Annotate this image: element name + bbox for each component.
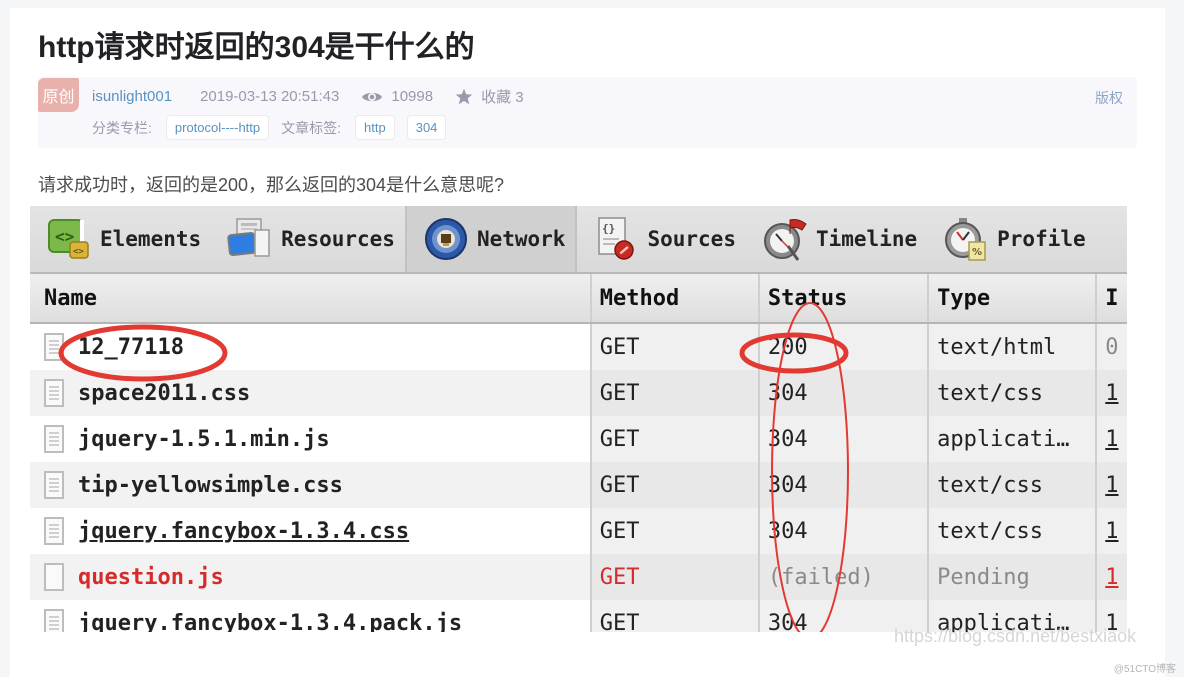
- request-initiator[interactable]: 1: [1097, 416, 1127, 462]
- request-status: (failed): [759, 554, 930, 600]
- column-header-initiator[interactable]: I: [1097, 274, 1127, 322]
- tab-timeline[interactable]: Timeline: [746, 206, 927, 272]
- request-type: text/css: [929, 462, 1098, 508]
- request-initiator[interactable]: 1: [1097, 462, 1127, 508]
- file-icon: [44, 425, 64, 453]
- network-icon: [424, 218, 467, 260]
- table-row[interactable]: tip-yellowsimple.css GET 304 text/css 1: [30, 462, 1127, 508]
- table-row[interactable]: jquery-1.5.1.min.js GET 304 applicati… 1: [30, 416, 1127, 462]
- table-row[interactable]: jquery.fancybox-1.3.4.css GET 304 text/c…: [30, 508, 1127, 554]
- request-method: GET: [591, 600, 760, 632]
- file-icon: [44, 379, 64, 407]
- request-name[interactable]: question.js: [78, 565, 224, 590]
- request-method: GET: [591, 324, 760, 370]
- column-header-status[interactable]: Status: [760, 274, 930, 322]
- request-type: text/css: [929, 370, 1098, 416]
- request-method: GET: [591, 416, 760, 462]
- request-status: 304: [759, 462, 930, 508]
- request-type: Pending: [929, 554, 1098, 600]
- favorite-count: 收藏 3: [481, 89, 524, 106]
- table-row[interactable]: space2011.css GET 304 text/css 1: [30, 370, 1127, 416]
- file-icon: [44, 563, 64, 591]
- csdn-watermark: https://blog.csdn.net/bestxiaok: [894, 626, 1137, 646]
- article-meta-bar: 原创 isunlight001 2019-03-13 20:51:43 1099…: [38, 77, 1137, 148]
- tab-label: Network: [476, 227, 566, 251]
- request-name[interactable]: tip-yellowsimple.css: [78, 473, 343, 498]
- author-link[interactable]: isunlight001: [92, 88, 172, 105]
- tab-elements[interactable]: <> <> Elements: [30, 206, 211, 272]
- request-name[interactable]: 12_77118: [78, 335, 184, 360]
- request-status: 304: [759, 370, 930, 416]
- request-type: text/html: [929, 324, 1098, 370]
- request-type: text/css: [929, 508, 1098, 554]
- file-icon: [44, 609, 64, 632]
- tab-network[interactable]: Network: [404, 206, 578, 272]
- svg-text:{}: {}: [602, 222, 615, 235]
- resources-icon: [227, 218, 270, 257]
- request-initiator[interactable]: 1: [1097, 370, 1127, 416]
- request-name[interactable]: jquery.fancybox-1.3.4.pack.js: [78, 611, 462, 633]
- request-method: GET: [591, 462, 760, 508]
- request-status: 304: [759, 508, 930, 554]
- file-icon: [44, 471, 64, 499]
- tab-label: Elements: [100, 227, 202, 251]
- request-type: applicati…: [929, 416, 1098, 462]
- devtools-toolbar: <> <> Elements Resources Network {} Sour…: [30, 206, 1127, 274]
- request-method: GET: [591, 508, 760, 554]
- tab-label: Sources: [647, 227, 736, 251]
- table-row[interactable]: 12_77118 GET 200 text/html 0: [30, 324, 1127, 370]
- intro-paragraph: 请求成功时，返回的是200，那么返回的304是什么意思呢?: [38, 175, 505, 195]
- request-name[interactable]: space2011.css: [78, 381, 250, 406]
- network-table: Name Method Status Type I 12_77118 GET 2…: [30, 274, 1127, 632]
- tab-sources[interactable]: {} Sources: [577, 206, 746, 272]
- copyright-link[interactable]: 版权: [1095, 88, 1123, 108]
- view-count: 10998: [361, 88, 433, 105]
- site-watermark: @51CTO博客: [1113, 664, 1176, 675]
- tag-http[interactable]: http: [355, 115, 395, 140]
- svg-text:<>: <>: [73, 247, 84, 257]
- tab-label: Resources: [281, 227, 395, 251]
- favorite-button[interactable]: 收藏 3: [455, 86, 524, 107]
- request-initiator: 0: [1097, 324, 1127, 370]
- category-label: 分类专栏:: [92, 119, 152, 136]
- star-icon: [455, 88, 473, 105]
- request-initiator[interactable]: 1: [1097, 554, 1127, 600]
- request-name[interactable]: jquery.fancybox-1.3.4.css: [78, 519, 409, 544]
- request-method: GET: [591, 370, 760, 416]
- svg-text:%: %: [972, 247, 982, 258]
- request-method: GET: [591, 554, 760, 600]
- tab-label: Profile: [997, 227, 1086, 251]
- tab-label: Timeline: [815, 227, 918, 251]
- table-header: Name Method Status Type I: [30, 274, 1127, 324]
- profiles-icon: %: [945, 218, 986, 261]
- tag-304[interactable]: 304: [406, 115, 447, 140]
- page-margin: [0, 0, 10, 677]
- original-badge: 原创: [38, 78, 79, 112]
- tab-profiles[interactable]: % Profile: [927, 206, 1096, 272]
- timeline-icon: [763, 219, 807, 261]
- request-status: 200: [759, 324, 930, 370]
- view-count-value: 10998: [391, 88, 434, 105]
- tags-label: 文章标签:: [281, 119, 342, 136]
- column-header-method[interactable]: Method: [592, 274, 760, 322]
- file-icon: [44, 333, 64, 361]
- table-row[interactable]: question.js GET (failed) Pending 1: [30, 554, 1127, 600]
- devtools-screenshot: <> <> Elements Resources Network {} Sour…: [30, 206, 1127, 632]
- category-tag[interactable]: protocol----http: [165, 115, 270, 140]
- sources-icon: {}: [598, 217, 635, 260]
- request-status: 304: [759, 416, 930, 462]
- article-title: http请求时返回的304是干什么的: [38, 31, 475, 64]
- column-header-type[interactable]: Type: [929, 274, 1098, 322]
- request-initiator[interactable]: 1: [1097, 508, 1127, 554]
- request-name[interactable]: jquery-1.5.1.min.js: [78, 427, 330, 452]
- column-header-name[interactable]: Name: [30, 274, 592, 322]
- tab-resources[interactable]: Resources: [211, 206, 405, 272]
- elements-icon: <> <>: [48, 219, 89, 259]
- file-icon: [44, 517, 64, 545]
- eye-icon: [362, 92, 383, 101]
- publish-datetime: 2019-03-13 20:51:43: [200, 88, 340, 105]
